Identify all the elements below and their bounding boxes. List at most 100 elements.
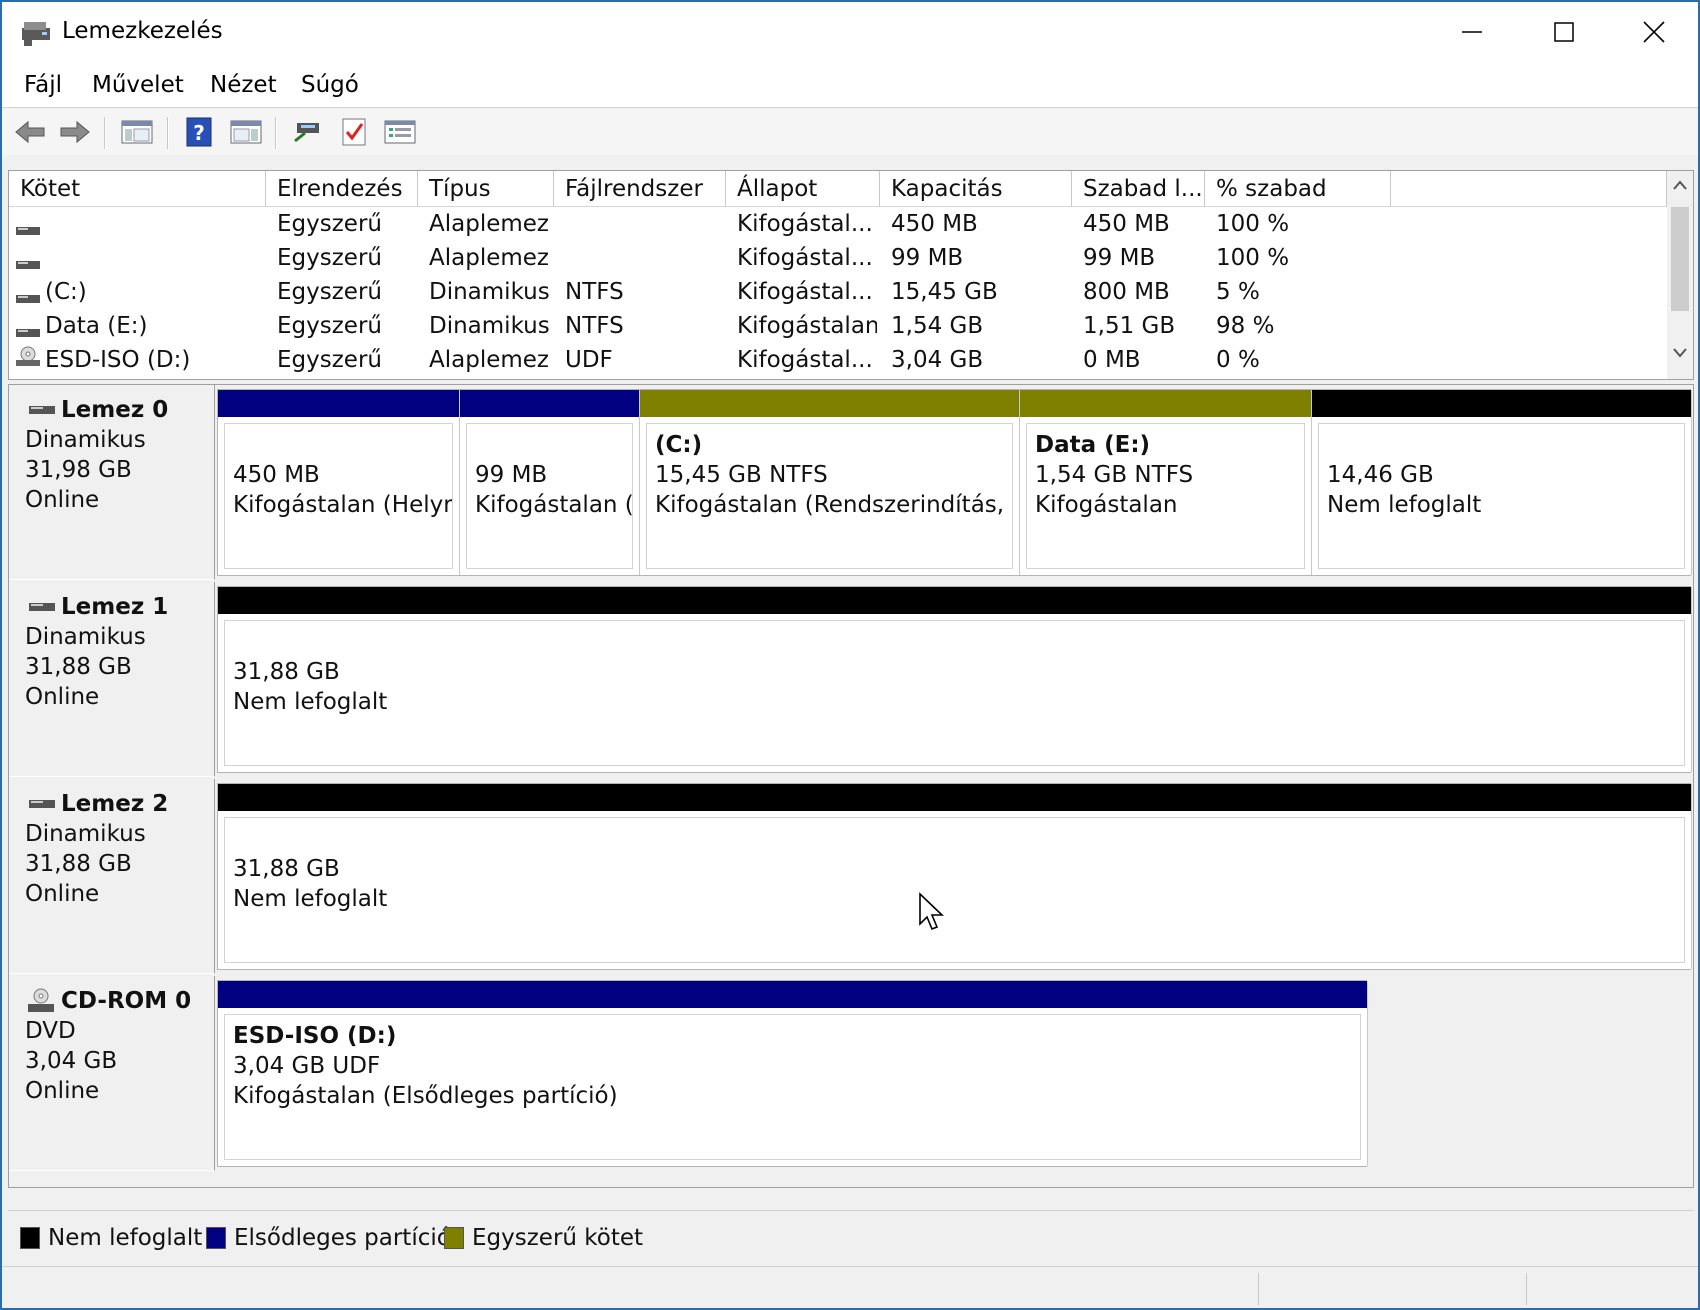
column-header-layout[interactable]: Elrendezés <box>266 171 418 207</box>
menu-help[interactable]: Súgó <box>301 72 359 98</box>
partition-size: 3,04 GB UDF <box>233 1053 381 1079</box>
toolbar-separator <box>104 117 106 149</box>
volume-cell-capacity: 3,04 GB <box>891 347 984 373</box>
column-header-free-space[interactable]: Szabad l... <box>1072 171 1205 207</box>
disk-info-3[interactable]: CD-ROM 0 DVD 3,04 GB Online <box>9 976 215 1171</box>
partition-name: Data (E:) <box>1035 432 1151 458</box>
help-icon[interactable]: ? <box>181 115 217 149</box>
partition-details: 31,88 GB Nem lefoglalt <box>224 817 1685 963</box>
minimize-button[interactable] <box>1426 2 1518 62</box>
volume-row[interactable]: (C:) Egyszerű Dinamikus NTFS Kifogástal... 15… <box>9 275 1669 309</box>
volume-cell-layout: Egyszerű <box>277 245 382 271</box>
column-header-percent-free[interactable]: % szabad <box>1205 171 1391 207</box>
partition-details: 14,46 GB Nem lefoglalt <box>1318 423 1685 569</box>
volume-cell-type: Alaplemez <box>429 245 549 271</box>
column-header-filesystem[interactable]: Fájlrendszer <box>554 171 726 207</box>
legend-unallocated: Nem lefoglalt <box>20 1225 202 1251</box>
forward-arrow-icon[interactable] <box>57 115 93 149</box>
volume-cell-layout: Egyszerű <box>277 279 382 305</box>
partition-details: ESD-ISO (D:) 3,04 GB UDF Kifogástalan (Els… <box>224 1014 1361 1160</box>
partition-name <box>233 824 1684 854</box>
menu-action[interactable]: Művelet <box>92 72 184 98</box>
partition-details: (C:) 15,45 GB NTFS Kifogástalan (Rendszeri… <box>646 423 1013 569</box>
volume-cell-free: 450 MB <box>1083 211 1170 237</box>
disk-info-2[interactable]: Lemez 2 Dinamikus 31,88 GB Online <box>9 779 215 974</box>
disk-kind: Dinamikus <box>25 821 146 847</box>
legend-simple-volume: Egyszerű kötet <box>444 1225 643 1251</box>
partition-block[interactable]: 31,88 GB Nem lefoglalt <box>218 784 1692 969</box>
checklist-icon[interactable] <box>336 115 372 149</box>
menu-file[interactable]: Fájl <box>24 72 62 98</box>
volume-cell-pct: 5 % <box>1216 279 1260 305</box>
action-pane-icon[interactable] <box>228 115 264 149</box>
volume-row[interactable]: Egyszerű Alaplemez Kifogástal... 99 MB 99 MB… <box>9 241 1669 275</box>
partition-block[interactable]: 31,88 GB Nem lefoglalt <box>218 587 1692 772</box>
disk-size: 31,98 GB <box>25 457 132 483</box>
scroll-down-icon[interactable] <box>1672 347 1688 359</box>
disk-kind: Dinamikus <box>25 427 146 453</box>
drive-icon <box>15 251 41 277</box>
partition-size: 31,88 GB <box>233 856 340 882</box>
console-tree-icon[interactable] <box>119 115 155 149</box>
window-title: Lemezkezelés <box>62 18 223 44</box>
status-divider <box>1526 1273 1527 1305</box>
connect-disk-icon[interactable] <box>289 115 325 149</box>
partition-block[interactable]: 99 MB Kifogástalan (EFI rendszerpartíció) <box>460 390 640 575</box>
svg-text:?: ? <box>193 121 205 145</box>
partition-name <box>475 430 632 460</box>
column-header-status[interactable]: Állapot <box>726 171 880 207</box>
scrollbar-thumb[interactable] <box>1671 207 1689 311</box>
partition-name: ESD-ISO (D:) <box>233 1023 397 1049</box>
partition-block[interactable]: (C:) 15,45 GB NTFS Kifogástalan (Rendszeri… <box>640 390 1020 575</box>
column-header-volume[interactable]: Kötet <box>9 171 266 207</box>
volume-row[interactable]: ESD-ISO (D:) Egyszerű Alaplemez UDF Kifogást… <box>9 343 1669 377</box>
partition-details: Data (E:) 1,54 GB NTFS Kifogástalan <box>1026 423 1305 569</box>
partition-name <box>233 627 1684 657</box>
partition-block[interactable]: 450 MB Kifogástalan (Helyreállítási partí… <box>218 390 460 575</box>
properties-list-icon[interactable] <box>382 115 418 149</box>
back-arrow-icon[interactable] <box>12 115 48 149</box>
volume-cell-type: Dinamikus <box>429 313 550 339</box>
close-button[interactable] <box>1608 2 1698 62</box>
volume-cell-type: Dinamikus <box>429 279 550 305</box>
volume-cell-layout: Egyszerű <box>277 347 382 373</box>
disk-management-icon <box>20 18 52 48</box>
disk-kind: DVD <box>25 1018 76 1044</box>
volume-cell-free: 99 MB <box>1083 245 1156 271</box>
volume-row[interactable]: Data (E:) Egyszerű Dinamikus NTFS Kifogástal… <box>9 309 1669 343</box>
partition-size: 15,45 GB NTFS <box>655 462 828 488</box>
partition-block[interactable]: 14,46 GB Nem lefoglalt <box>1312 390 1692 575</box>
volume-list: Kötet Elrendezés Típus Fájlrendszer Álla… <box>8 170 1694 380</box>
maximize-button[interactable] <box>1518 2 1610 62</box>
disk-drive-icon <box>29 603 55 611</box>
disk-name: Lemez 0 <box>25 395 214 425</box>
scroll-up-icon[interactable] <box>1672 179 1688 191</box>
volume-row[interactable]: Egyszerű Alaplemez Kifogástal... 450 MB 450 … <box>9 207 1669 241</box>
disk-name-label: CD-ROM 0 <box>61 988 192 1014</box>
partition-block[interactable]: ESD-ISO (D:) 3,04 GB UDF Kifogástalan (Els… <box>218 981 1368 1166</box>
column-header-type[interactable]: Típus <box>418 171 554 207</box>
disk-partition-strip: 450 MB Kifogástalan (Helyreállítási partí… <box>217 389 1692 576</box>
toolbar-separator <box>167 117 169 149</box>
partition-status: Kifogástalan (Helyreállítási partíció) <box>233 492 453 518</box>
title-bar: Lemezkezelés <box>2 2 1698 62</box>
partition-size: 450 MB <box>233 462 320 488</box>
disk-size: 31,88 GB <box>25 851 132 877</box>
disk-state: Online <box>25 1078 100 1104</box>
disk-state: Online <box>25 684 100 710</box>
partition-block[interactable]: Data (E:) 1,54 GB NTFS Kifogástalan <box>1020 390 1312 575</box>
volume-list-scrollbar[interactable] <box>1667 171 1693 379</box>
column-header-empty <box>1391 171 1667 207</box>
disk-info-0[interactable]: Lemez 0 Dinamikus 31,98 GB Online <box>9 385 215 580</box>
disk-management-window: Lemezkezelés Fájl Művelet Nézet Súgó ? K… <box>0 0 1700 1310</box>
menu-view[interactable]: Nézet <box>210 72 277 98</box>
disk-name: Lemez 2 <box>25 789 214 819</box>
column-header-capacity[interactable]: Kapacitás <box>880 171 1072 207</box>
volume-cell-pct: 100 % <box>1216 211 1290 237</box>
partition-color-bar <box>218 587 1691 614</box>
disk-info-1[interactable]: Lemez 1 Dinamikus 31,88 GB Online <box>9 582 215 777</box>
drive-icon <box>15 319 41 345</box>
partition-size: 31,88 GB <box>233 659 340 685</box>
disk-drive-icon <box>29 406 55 414</box>
volume-cell-status: Kifogástal... <box>737 245 873 271</box>
